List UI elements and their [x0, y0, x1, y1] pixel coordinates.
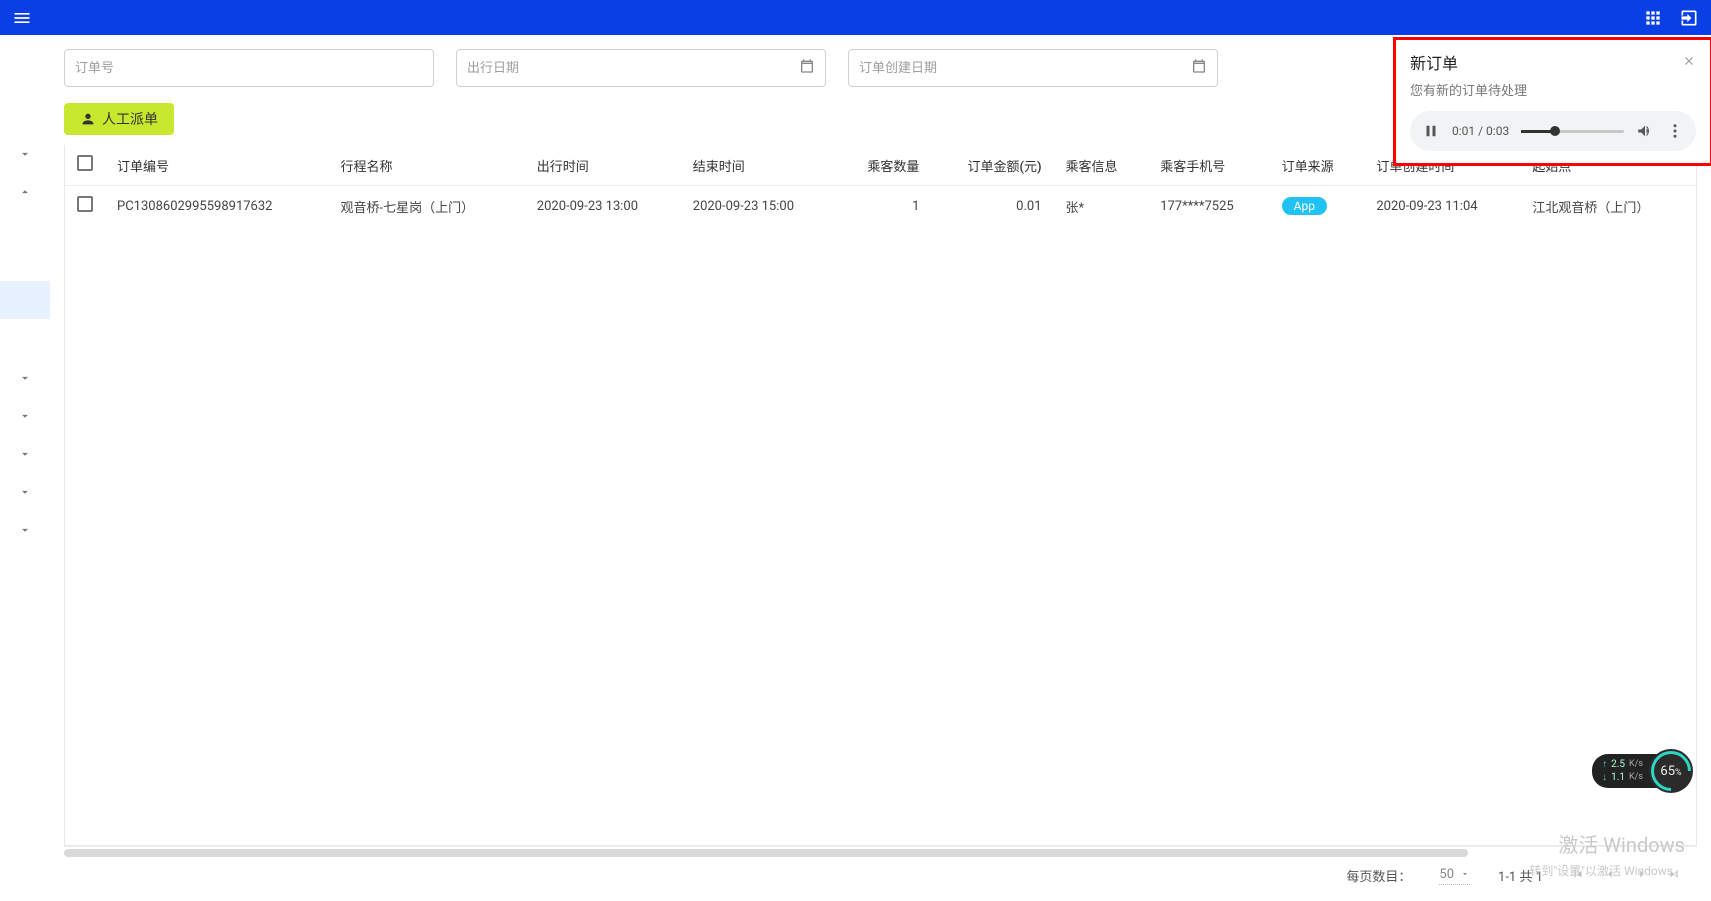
col-passenger-count: 乘客数量	[837, 145, 932, 186]
person-icon	[80, 111, 96, 127]
manual-dispatch-label: 人工派单	[102, 109, 158, 129]
net-down: 1.1	[1611, 771, 1625, 784]
cell-order-amount: 0.01	[931, 186, 1053, 227]
calendar-icon	[1191, 58, 1207, 78]
travel-date-input[interactable]	[467, 61, 799, 76]
travel-date-field[interactable]	[456, 49, 826, 87]
manual-dispatch-button[interactable]: 人工派单	[64, 103, 174, 135]
network-circle: 65%	[1649, 749, 1693, 793]
cell-trip-name: 观音桥-七星岗（上门）	[329, 186, 525, 227]
col-end-time: 结束时间	[681, 145, 837, 186]
toast-title: 新订单	[1410, 50, 1458, 74]
order-no-input[interactable]	[75, 61, 423, 76]
col-passenger-info: 乘客信息	[1054, 145, 1149, 186]
horizontal-scrollbar-thumb[interactable]	[64, 849, 1468, 857]
sidebar-group-7[interactable]	[0, 511, 50, 549]
next-page-button[interactable]	[1635, 867, 1649, 885]
col-order-source: 订单来源	[1270, 145, 1365, 186]
rows-per-page-value: 50	[1439, 867, 1454, 882]
cell-end-time: 2020-09-23 15:00	[681, 186, 837, 227]
pagination: 每页数目： 50 1-1 共 1	[64, 858, 1697, 901]
cell-travel-time: 2020-09-23 13:00	[525, 186, 681, 227]
audio-volume-button[interactable]	[1636, 122, 1654, 140]
rows-per-page-label: 每页数目：	[1346, 866, 1411, 885]
col-order-no: 订单编号	[105, 145, 329, 186]
page-range: 1-1 共 1	[1498, 866, 1543, 885]
sidebar-group-4[interactable]	[0, 397, 50, 435]
last-page-button[interactable]	[1667, 867, 1681, 885]
menu-icon[interactable]	[10, 6, 34, 30]
table-row[interactable]: PC1308602995598917632 观音桥-七星岗（上门） 2020-0…	[65, 186, 1696, 227]
sidebar-group-active[interactable]	[0, 281, 50, 319]
row-checkbox[interactable]	[77, 196, 93, 212]
horizontal-scrollbar[interactable]	[64, 846, 1697, 858]
audio-progress[interactable]	[1521, 130, 1624, 133]
order-no-field[interactable]	[64, 49, 434, 87]
toast-subtitle: 您有新的订单待处理	[1410, 80, 1696, 99]
create-date-input[interactable]	[859, 61, 1191, 76]
sidebar-group-1[interactable]	[0, 135, 50, 173]
col-passenger-phone: 乘客手机号	[1148, 145, 1269, 186]
cell-passenger-phone: 177****7525	[1148, 186, 1269, 227]
audio-player: 0:01 / 0:03	[1410, 111, 1696, 151]
cell-start-point: 江北观音桥（上门）	[1520, 186, 1696, 227]
more-vert-icon	[1666, 122, 1684, 140]
cell-order-no: PC1308602995598917632	[105, 186, 329, 227]
sidebar-group-2[interactable]	[0, 173, 50, 211]
prev-page-button[interactable]	[1603, 867, 1617, 885]
topbar	[0, 0, 1711, 35]
sidebar-group-5[interactable]	[0, 435, 50, 473]
cell-passenger-info: 张*	[1054, 186, 1149, 227]
net-pct: 65	[1660, 764, 1675, 779]
close-icon	[1682, 54, 1696, 68]
cell-create-time: 2020-09-23 11:04	[1364, 186, 1520, 227]
audio-more-button[interactable]	[1666, 122, 1684, 140]
audio-time: 0:01 / 0:03	[1452, 124, 1509, 138]
col-trip-name: 行程名称	[329, 145, 525, 186]
cell-passenger-count: 1	[837, 186, 932, 227]
col-order-amount: 订单金额(元)	[931, 145, 1053, 186]
source-badge: App	[1282, 197, 1327, 215]
net-unit2: K/s	[1629, 772, 1643, 784]
create-date-field[interactable]	[848, 49, 1218, 87]
rows-per-page-select[interactable]: 50	[1439, 867, 1470, 885]
audio-pause-button[interactable]	[1422, 122, 1440, 140]
orders-table-wrap: 订单编号 行程名称 出行时间 结束时间 乘客数量 订单金额(元) 乘客信息 乘客…	[64, 145, 1697, 846]
col-travel-time: 出行时间	[525, 145, 681, 186]
new-order-toast: 新订单 您有新的订单待处理 0:01 / 0:03	[1393, 37, 1711, 166]
apps-icon[interactable]	[1641, 6, 1665, 30]
network-widget[interactable]: ↑2.5K/s ↓1.1K/s 65%	[1592, 749, 1693, 793]
chevron-down-icon	[1460, 869, 1470, 879]
logout-icon[interactable]	[1677, 6, 1701, 30]
sidebar-group-3[interactable]	[0, 359, 50, 397]
volume-icon	[1636, 122, 1654, 140]
toast-close-button[interactable]	[1682, 53, 1696, 72]
sidebar	[0, 35, 50, 901]
cell-order-source: App	[1270, 186, 1365, 227]
net-unit: K/s	[1629, 759, 1643, 771]
select-all-checkbox[interactable]	[77, 155, 93, 171]
net-up: 2.5	[1611, 758, 1625, 771]
first-page-button[interactable]	[1571, 867, 1585, 885]
main-content: 人工派单 订单编号 行程名称 出行时间 结束时间 乘客数量 订单金额(元) 乘客…	[50, 35, 1711, 901]
calendar-icon	[799, 58, 815, 78]
sidebar-group-6[interactable]	[0, 473, 50, 511]
pause-icon	[1422, 122, 1440, 140]
